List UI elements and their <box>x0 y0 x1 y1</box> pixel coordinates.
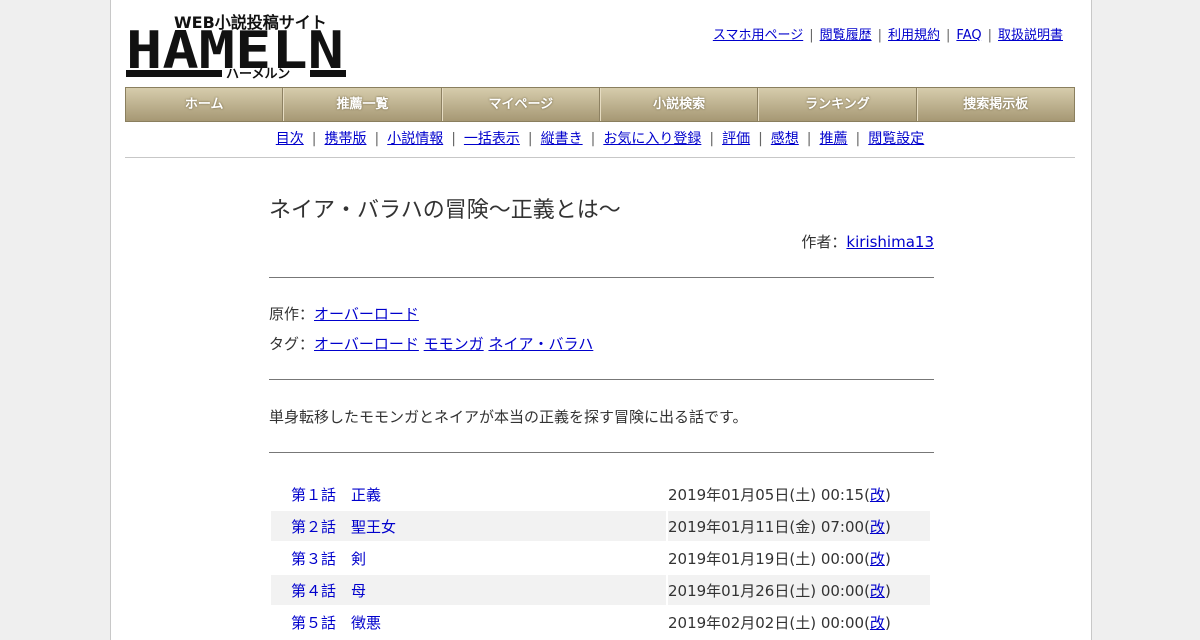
tag-link[interactable]: モモンガ <box>424 335 484 353</box>
episode-link[interactable]: 第３話 剣 <box>291 550 366 568</box>
subnav-toc[interactable]: 目次 <box>276 131 304 147</box>
link-smartphone[interactable]: スマホ用ページ <box>713 28 803 43</box>
subnav-recommend[interactable]: 推薦 <box>820 131 848 147</box>
subnav-vertical[interactable]: 縦書き <box>541 131 583 147</box>
nav-search-board[interactable]: 捜索掲示板 <box>916 88 1074 121</box>
nav-novel-search[interactable]: 小説検索 <box>599 88 759 121</box>
episode-row: 第３話 剣 2019年01月19日(土) 00:00(改) <box>291 549 891 568</box>
nav-home[interactable]: ホーム <box>126 88 284 121</box>
episode-date: 2019年01月19日(土) 00:00 <box>668 549 865 568</box>
nav-mypage[interactable]: マイページ <box>441 88 600 121</box>
episode-revision-link[interactable]: 改 <box>870 518 885 536</box>
divider <box>269 452 934 453</box>
tags-row: タグ：オーバーロード モモンガ ネイア・バラハ <box>269 329 934 359</box>
author-line: 作者：kirishima13 <box>269 231 934 252</box>
episode-revision-link[interactable]: 改 <box>870 614 885 632</box>
divider <box>269 379 934 380</box>
episode-revision-link[interactable]: 改 <box>870 550 885 568</box>
episode-row: 第５話 徴悪 2019年02月02日(土) 00:00(改) <box>291 613 891 632</box>
episode-date: 2019年01月26日(土) 00:00 <box>668 581 865 600</box>
link-history[interactable]: 閲覧履歴 <box>820 28 872 43</box>
logo-kana: ハーメルン <box>226 67 290 80</box>
episode-date: 2019年02月02日(土) 00:00 <box>668 613 865 632</box>
episode-date: 2019年01月05日(土) 00:15 <box>668 485 865 504</box>
episode-link[interactable]: 第１話 正義 <box>291 486 381 504</box>
site-logo[interactable]: WEB小説投稿サイト HAMELN ハーメルン <box>126 10 348 82</box>
divider <box>269 277 934 278</box>
episode-row: 第１話 正義 2019年01月05日(土) 00:15(改) <box>291 485 891 504</box>
tag-link[interactable]: オーバーロード <box>314 335 419 353</box>
episode-row: 第４話 母 2019年01月26日(土) 00:00(改) <box>271 575 930 605</box>
episode-revision-link[interactable]: 改 <box>870 486 885 504</box>
subnav-favorite[interactable]: お気に入り登録 <box>603 131 701 147</box>
nav-recommend-list[interactable]: 推薦一覧 <box>283 88 442 121</box>
subnav-all[interactable]: 一括表示 <box>464 131 520 147</box>
novel-summary: 単身転移したモモンガとネイアが本当の正義を探す冒険に出る話です。 <box>269 408 748 426</box>
author-label: 作者： <box>801 233 847 251</box>
tags-label: タグ： <box>269 335 315 353</box>
subnav-rate[interactable]: 評価 <box>722 131 750 147</box>
episode-link[interactable]: 第５話 徴悪 <box>291 614 381 632</box>
original-link[interactable]: オーバーロード <box>314 305 419 323</box>
subnav-mobile[interactable]: 携帯版 <box>324 131 366 147</box>
subnav-settings[interactable]: 閲覧設定 <box>868 131 924 147</box>
link-manual[interactable]: 取扱説明書 <box>998 28 1063 43</box>
episode-link[interactable]: 第２話 聖王女 <box>291 518 396 536</box>
novel-subnav: 目次 | 携帯版 | 小説情報 | 一括表示 | 縦書き | お気に入り登録 | 評価 | 感想 | 推薦 | 閲覧… <box>125 128 1075 158</box>
subnav-info[interactable]: 小説情報 <box>387 131 443 147</box>
link-terms[interactable]: 利用規約 <box>888 28 940 43</box>
episode-row: 第２話 聖王女 2019年01月11日(金) 07:00(改) <box>271 511 930 541</box>
link-faq[interactable]: FAQ <box>956 28 981 43</box>
page-container: WEB小説投稿サイト HAMELN ハーメルン スマホ用ページ | 閲覧履歴 | 利用規… <box>110 0 1092 640</box>
subnav-review[interactable]: 感想 <box>771 131 799 147</box>
tag-link[interactable]: ネイア・バラハ <box>488 335 593 353</box>
author-link[interactable]: kirishima13 <box>846 233 934 251</box>
episode-table: 第１話 正義 2019年01月05日(土) 00:15(改) 第２話 聖王女 2… <box>269 477 932 639</box>
top-links: スマホ用ページ | 閲覧履歴 | 利用規約 | FAQ | 取扱説明書 <box>712 28 1063 43</box>
original-label: 原作： <box>269 305 315 323</box>
original-work-row: 原作：オーバーロード <box>269 299 934 329</box>
episode-revision-link[interactable]: 改 <box>870 582 885 600</box>
episode-date: 2019年01月11日(金) 07:00 <box>668 517 865 536</box>
novel-title: ネイア・バラハの冒険～正義とは～ <box>269 198 621 223</box>
novel-content: ネイア・バラハの冒険～正義とは～ 作者：kirishima13 原作：オーバーロ… <box>269 195 934 639</box>
global-nav: ホーム 推薦一覧 マイページ 小説検索 ランキング 捜索掲示板 <box>125 87 1075 122</box>
episode-link[interactable]: 第４話 母 <box>291 582 366 600</box>
nav-ranking[interactable]: ランキング <box>758 88 917 121</box>
novel-meta: 原作：オーバーロード タグ：オーバーロード モモンガ ネイア・バラハ <box>269 299 934 359</box>
